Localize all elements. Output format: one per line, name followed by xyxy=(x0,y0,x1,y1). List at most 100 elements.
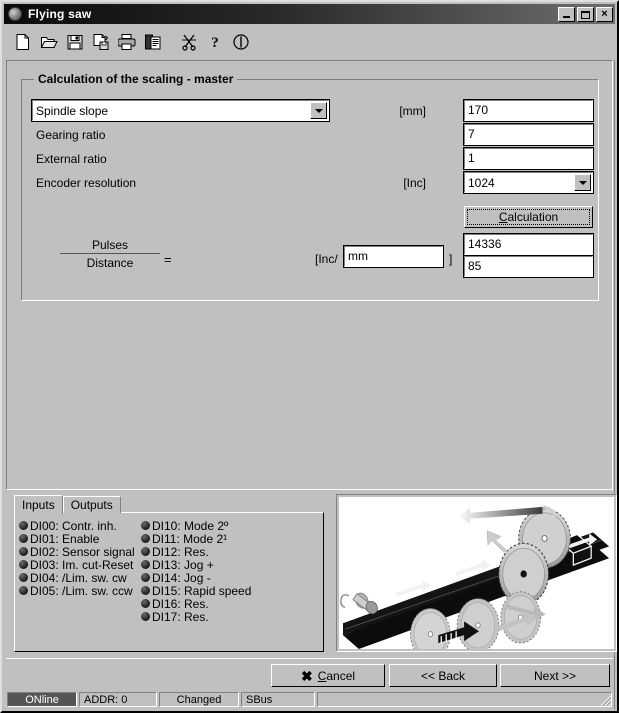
status-extra xyxy=(317,692,612,707)
led-indicator-icon xyxy=(141,534,150,543)
list-item: DI01: Enable xyxy=(19,532,149,546)
gearing-ratio-input[interactable]: 7 xyxy=(463,123,594,146)
info-power-icon xyxy=(233,34,249,50)
maximize-icon xyxy=(581,10,590,19)
list-item: DI10: Mode 2º xyxy=(141,519,291,533)
save-button[interactable] xyxy=(62,29,88,55)
scissors-icon xyxy=(182,34,196,51)
encoder-resolution-combobox[interactable]: 1024 xyxy=(463,171,594,194)
illustration-frame xyxy=(336,494,617,652)
list-item: DI13: Jog + xyxy=(141,557,291,572)
list-item: DI04: /Lim. sw. cw xyxy=(19,570,149,585)
list-item: DI03: Im. cut-Reset xyxy=(19,558,149,572)
di-label: DI13: Jog + xyxy=(152,557,214,572)
result-numerator-input[interactable]: 14336 xyxy=(463,233,594,256)
led-indicator-icon xyxy=(141,586,150,595)
encoder-resolution-unit: [Inc] xyxy=(403,176,426,190)
new-file-button[interactable] xyxy=(10,29,36,55)
led-indicator-icon xyxy=(19,586,28,595)
di-label: DI02: Sensor signal xyxy=(30,544,135,559)
result-unit-input[interactable]: mm xyxy=(343,245,444,268)
led-indicator-icon xyxy=(19,534,28,543)
equals-sign: = xyxy=(164,252,172,267)
back-button-label: << Back xyxy=(420,668,466,683)
list-item: DI17: Res. xyxy=(141,609,291,624)
result-denominator-input[interactable]: 85 xyxy=(463,255,594,278)
print-button[interactable] xyxy=(114,29,140,55)
save-as-button[interactable] xyxy=(88,29,114,55)
io-tab-group: Inputs Outputs DI00: Contr. inh. DI01: E… xyxy=(14,494,324,652)
cancel-button-label: Cancel xyxy=(317,668,356,683)
scissors-button[interactable] xyxy=(176,29,202,55)
led-indicator-icon xyxy=(19,547,28,556)
external-ratio-input[interactable]: 1 xyxy=(463,147,594,170)
led-indicator-icon xyxy=(141,521,150,530)
led-indicator-icon xyxy=(19,521,28,530)
result-unit-prefix: [Inc/ xyxy=(315,252,338,266)
cancel-button[interactable]: ✖ Cancel xyxy=(271,664,385,687)
open-folder-icon xyxy=(40,37,58,48)
status-state: Changed xyxy=(159,692,239,707)
application-window: Flying saw × ? Calculation of the scalin… xyxy=(0,0,619,713)
chevron-down-icon xyxy=(578,180,587,185)
toolbar-group-tools: ? xyxy=(176,29,254,55)
status-bus: SBus xyxy=(241,692,315,707)
calculation-button-label: Calculation xyxy=(498,210,559,224)
led-indicator-icon xyxy=(141,612,150,621)
encoder-resolution-value: 1024 xyxy=(468,176,495,190)
led-indicator-icon xyxy=(141,599,150,608)
chevron-down-icon xyxy=(314,108,323,113)
open-folder-button[interactable] xyxy=(36,29,62,55)
spindle-slope-dropdown-button[interactable] xyxy=(310,102,327,119)
tab-inputs-label: Inputs xyxy=(22,498,55,512)
bottom-panel: Inputs Outputs DI00: Contr. inh. DI01: E… xyxy=(6,492,617,656)
di-column-right: DI10: Mode 2º DI11: Mode 2¹ DI12: Res. D… xyxy=(141,519,291,624)
maximize-button[interactable] xyxy=(577,6,594,22)
spindle-slope-combobox[interactable]: Spindle slope xyxy=(31,99,330,122)
resize-grip-icon[interactable] xyxy=(598,693,612,707)
tab-outputs-label: Outputs xyxy=(70,498,113,512)
result-unit-suffix: ] xyxy=(449,252,453,266)
led-indicator-icon xyxy=(141,560,150,569)
tab-outputs[interactable]: Outputs xyxy=(62,496,121,513)
svg-text:?: ? xyxy=(211,35,219,51)
list-item: DI15: Rapid speed xyxy=(141,584,291,598)
tab-inputs[interactable]: Inputs xyxy=(14,495,63,514)
back-button[interactable]: << Back xyxy=(389,664,497,687)
close-x-icon: ✖ xyxy=(300,667,313,684)
led-indicator-icon xyxy=(141,573,150,582)
di-column-left: DI00: Contr. inh. DI01: Enable DI02: Sen… xyxy=(19,519,149,598)
external-ratio-label: External ratio xyxy=(36,152,107,166)
title-bar[interactable]: Flying saw × xyxy=(4,4,615,24)
toolbar-group-file xyxy=(10,29,166,55)
di-label: DI04: /Lim. sw. cw xyxy=(30,570,127,585)
calculation-button[interactable]: Calculation xyxy=(464,206,593,228)
inputs-tab-panel: DI00: Contr. inh. DI01: Enable DI02: Sen… xyxy=(14,512,324,652)
list-item: DI12: Res. xyxy=(141,544,291,559)
di-label: DI05: /Lim. sw. ccw xyxy=(30,583,133,598)
close-icon: × xyxy=(601,7,608,20)
di-label: DI17: Res. xyxy=(152,609,209,624)
help-button[interactable]: ? xyxy=(202,29,228,55)
copy-paste-button[interactable] xyxy=(140,29,166,55)
pulses-distance-fraction: Pulses Distance xyxy=(60,238,160,270)
di-label: DI14: Jog - xyxy=(152,570,211,585)
encoder-resolution-dropdown-button[interactable] xyxy=(574,174,591,191)
next-button[interactable]: Next >> xyxy=(500,664,610,687)
list-item: DI11: Mode 2¹ xyxy=(141,532,291,546)
di-label: DI16: Res. xyxy=(152,596,209,611)
status-bar: ONline ADDR: 0 Changed SBus xyxy=(5,690,614,709)
list-item: DI16: Res. xyxy=(141,596,291,611)
close-button[interactable]: × xyxy=(596,6,613,22)
help-question-icon: ? xyxy=(211,35,219,51)
print-icon xyxy=(118,34,136,50)
spindle-slope-input[interactable]: 170 xyxy=(463,99,594,122)
list-item: DI05: /Lim. sw. ccw xyxy=(19,583,149,598)
copy-paste-icon xyxy=(145,34,161,50)
di-label: DI12: Res. xyxy=(152,544,209,559)
info-button[interactable] xyxy=(228,29,254,55)
save-disk-icon xyxy=(67,35,83,50)
list-item: DI00: Contr. inh. xyxy=(19,519,149,533)
scaling-master-groupbox: Calculation of the scaling - master Spin… xyxy=(21,72,599,301)
minimize-button[interactable] xyxy=(558,6,575,22)
